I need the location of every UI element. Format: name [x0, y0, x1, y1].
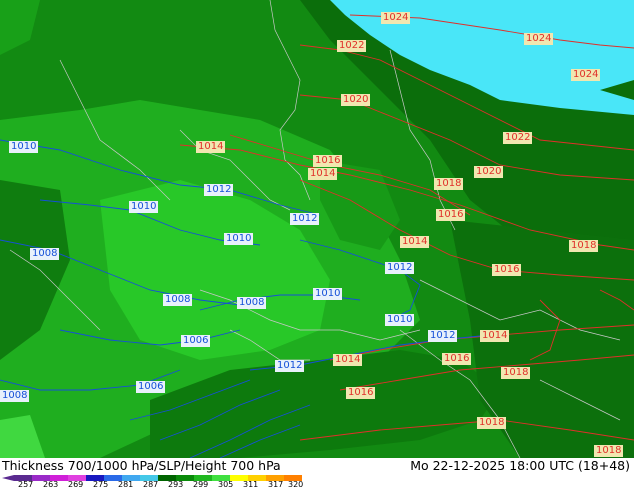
isobar-label: 1008: [237, 297, 267, 309]
isobar-label: 1014: [196, 141, 226, 153]
isobar-label: 1010: [385, 314, 415, 326]
scale-tick-label: 305: [218, 480, 234, 489]
isobar-label: 1010: [129, 201, 159, 213]
isobar-label: 1010: [224, 233, 254, 245]
isobar-label: 1016: [313, 155, 343, 167]
scale-tick-label: 263: [43, 480, 59, 489]
isobar-label: 1018: [594, 445, 624, 457]
isobar-label: 1018: [501, 367, 531, 379]
isobar-label: 1022: [503, 132, 533, 144]
isobar-label: 1014: [480, 330, 510, 342]
isobar-label: 1016: [346, 387, 376, 399]
map-datetime: Mo 22-12-2025 18:00 UTC (18+48): [410, 458, 630, 473]
scale-tick-label: 275: [93, 480, 109, 489]
isobar-label: 1006: [181, 335, 211, 347]
isobar-label: 1016: [436, 209, 466, 221]
map-title: Thickness 700/1000 hPa/SLP/Height 700 hP…: [2, 458, 281, 473]
isobar-label: 1014: [400, 236, 430, 248]
isobar-label: 1022: [337, 40, 367, 52]
isobar-label: 1018: [434, 178, 464, 190]
map-canvas: [0, 0, 634, 458]
isobar-label: 1012: [385, 262, 415, 274]
scale-tick-label: 317: [268, 480, 284, 489]
scale-tick-label: 287: [143, 480, 159, 489]
map-footer: Thickness 700/1000 hPa/SLP/Height 700 hP…: [0, 458, 634, 490]
isobar-label: 1010: [9, 141, 39, 153]
scale-arrow-left: [2, 475, 14, 481]
isobar-label: 1006: [136, 381, 166, 393]
isobar-label: 1014: [333, 354, 363, 366]
isobar-label: 1016: [492, 264, 522, 276]
isobar-label: 1024: [524, 33, 554, 45]
isobar-label: 1020: [474, 166, 504, 178]
isobar-label: 1008: [30, 248, 60, 260]
isobar-label: 1018: [569, 240, 599, 252]
isobar-label: 1018: [477, 417, 507, 429]
weather-map: 1024 1024 1024 1022 1022 1020 1020 1014 …: [0, 0, 634, 458]
isobar-label: 1008: [0, 390, 30, 402]
scale-tick-label: 281: [118, 480, 134, 489]
isobar-label: 1010: [313, 288, 343, 300]
isobar-label: 1008: [163, 294, 193, 306]
isobar-label: 1012: [290, 213, 320, 225]
isobar-label: 1012: [428, 330, 458, 342]
isobar-label: 1014: [308, 168, 338, 180]
isobar-label: 1016: [442, 353, 472, 365]
scale-tick-label: 269: [68, 480, 84, 489]
scale-tick-label: 257: [18, 480, 34, 489]
isobar-label: 1024: [571, 69, 601, 81]
scale-tick-label: 293: [168, 480, 184, 489]
isobar-label: 1012: [204, 184, 234, 196]
isobar-label: 1012: [275, 360, 305, 372]
scale-tick-label: 320: [288, 480, 304, 489]
isobar-label: 1024: [381, 12, 411, 24]
scale-tick-label: 299: [193, 480, 209, 489]
isobar-label: 1020: [341, 94, 371, 106]
scale-tick-label: 311: [243, 480, 259, 489]
